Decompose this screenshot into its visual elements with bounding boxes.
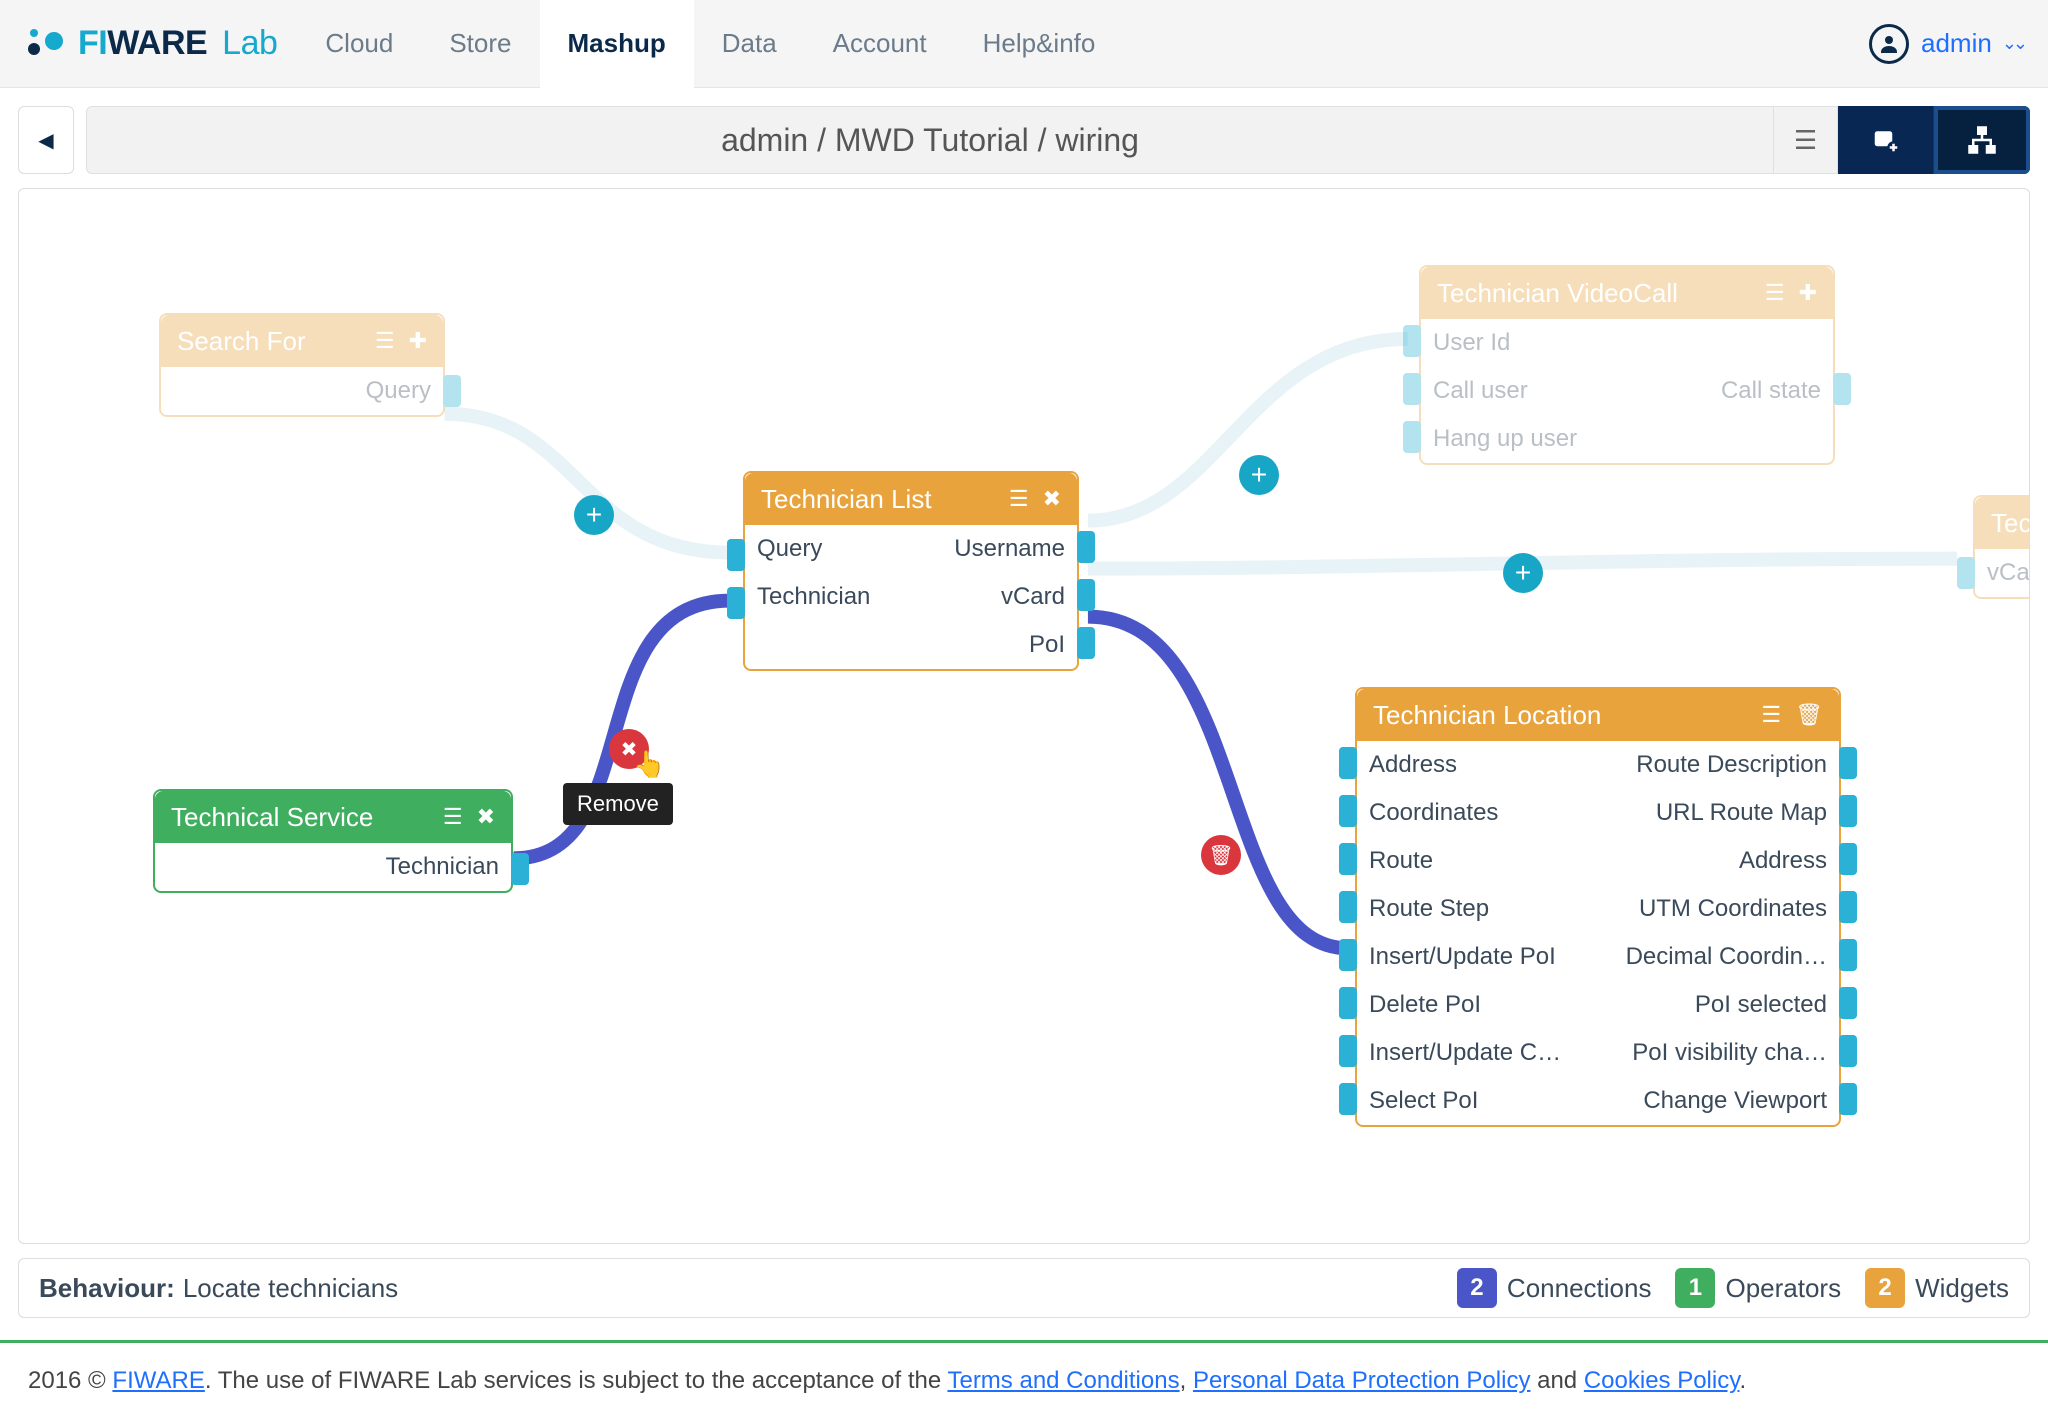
- user-avatar-icon: [1869, 24, 1909, 64]
- output-label: URL Route Map: [1598, 799, 1839, 827]
- status-bar: Behaviour: Locate technicians 2 Connecti…: [18, 1258, 2030, 1318]
- output-label: Decimal Coordin…: [1598, 943, 1839, 971]
- input-label: Call user: [1421, 377, 1627, 405]
- output-label: Address: [1598, 847, 1839, 875]
- close-icon[interactable]: ✖: [477, 804, 495, 830]
- input-label: Insert/Update C…: [1357, 1039, 1598, 1067]
- node-title: Technician VideoCall: [1437, 278, 1678, 309]
- input-label: Route: [1357, 847, 1598, 875]
- wiring-canvas[interactable]: Search For ☰ ✚ Query Technician List ☰ ✖…: [18, 188, 2030, 1244]
- hamburger-icon[interactable]: ☰: [1761, 702, 1781, 728]
- hamburger-icon[interactable]: ☰: [1765, 280, 1785, 306]
- footer-end: .: [1739, 1367, 1746, 1394]
- node-title: Technician Location: [1373, 700, 1601, 731]
- nav-data[interactable]: Data: [694, 0, 805, 88]
- wiring-view-button[interactable]: [1934, 106, 2030, 174]
- footer-link-cookies[interactable]: Cookies Policy: [1584, 1367, 1740, 1394]
- output-label: vCard: [911, 583, 1077, 611]
- input-label: Technician: [745, 583, 911, 611]
- user-menu[interactable]: admin ⌄⌄: [1869, 24, 2024, 64]
- node-title: Technical Service: [171, 802, 373, 833]
- input-label: vCard: [1975, 559, 2030, 587]
- connections-label: Connections: [1507, 1273, 1652, 1304]
- wire-delete-button[interactable]: 🗑: [1201, 835, 1241, 875]
- input-label: Select PoI: [1357, 1087, 1598, 1115]
- footer-link-fiware[interactable]: FIWARE: [112, 1367, 204, 1394]
- output-label: PoI: [911, 631, 1077, 659]
- footer-prefix: 2016 ©: [28, 1367, 112, 1394]
- output-label: Query: [302, 377, 443, 405]
- footer-sep1: ,: [1180, 1367, 1193, 1394]
- output-label: PoI visibility cha…: [1598, 1039, 1839, 1067]
- output-label: Change Viewport: [1598, 1087, 1839, 1115]
- wire-remove-button[interactable]: ✖: [609, 729, 649, 769]
- nav-links: Cloud Store Mashup Data Account Help&inf…: [297, 0, 1123, 88]
- widgets-label: Widgets: [1915, 1273, 2009, 1304]
- nav-store[interactable]: Store: [421, 0, 539, 88]
- output-label: PoI selected: [1598, 991, 1839, 1019]
- output-label: Technician: [333, 853, 511, 881]
- input-label: User Id: [1421, 329, 1627, 357]
- node-search-for[interactable]: Search For ☰ ✚ Query: [159, 313, 445, 417]
- logo-dots-icon: [24, 19, 68, 68]
- node-title: Search For: [177, 326, 306, 357]
- add-component-button[interactable]: [1838, 106, 1934, 174]
- plus-icon[interactable]: ✚: [409, 328, 427, 354]
- input-label: Insert/Update PoI: [1357, 943, 1598, 971]
- operators-label: Operators: [1725, 1273, 1841, 1304]
- hamburger-icon[interactable]: ☰: [375, 328, 395, 354]
- input-label: Delete PoI: [1357, 991, 1598, 1019]
- node-technician-videocall[interactable]: Technician VideoCall ☰ ✚ User Id Call us…: [1419, 265, 1835, 465]
- node-technician-location[interactable]: Technician Location ☰ 🗑 AddressRoute Des…: [1355, 687, 1841, 1127]
- back-button[interactable]: ◀: [18, 106, 74, 174]
- toolbar-menu-button[interactable]: ☰: [1774, 106, 1838, 174]
- wire-add-button[interactable]: +: [1503, 553, 1543, 593]
- close-icon[interactable]: ✖: [1043, 486, 1061, 512]
- widgets-count: 2: [1865, 1268, 1905, 1308]
- tooltip-remove: Remove: [563, 783, 673, 825]
- nav-mashup[interactable]: Mashup: [540, 0, 694, 88]
- toolbar-mode-group: [1838, 106, 2030, 174]
- page-toolbar: ◀ admin / MWD Tutorial / wiring ☰: [18, 106, 2030, 174]
- node-title: Tech: [1991, 508, 2030, 539]
- footer-link-terms[interactable]: Terms and Conditions: [947, 1367, 1179, 1394]
- connections-count: 2: [1457, 1268, 1497, 1308]
- node-technical-service[interactable]: Technical Service ☰ ✖ Technician: [153, 789, 513, 893]
- input-label: Hang up user: [1421, 425, 1627, 453]
- breadcrumb-title: admin / MWD Tutorial / wiring: [86, 106, 1774, 174]
- user-name: admin: [1921, 28, 1992, 59]
- input-label: Coordinates: [1357, 799, 1598, 827]
- plus-icon[interactable]: ✚: [1799, 280, 1817, 306]
- hamburger-icon[interactable]: ☰: [1009, 486, 1029, 512]
- nav-help[interactable]: Help&info: [955, 0, 1124, 88]
- page-footer: 2016 © FIWARE. The use of FIWARE Lab ser…: [0, 1340, 2048, 1419]
- footer-mid: . The use of FIWARE Lab services is subj…: [205, 1367, 948, 1394]
- wire-add-button[interactable]: +: [1239, 455, 1279, 495]
- hamburger-icon[interactable]: ☰: [443, 804, 463, 830]
- output-label: Route Description: [1598, 751, 1839, 779]
- top-navbar: FIWARE Lab Cloud Store Mashup Data Accou…: [0, 0, 2048, 88]
- input-label: Route Step: [1357, 895, 1598, 923]
- output-label: UTM Coordinates: [1598, 895, 1839, 923]
- footer-sep2: and: [1530, 1367, 1583, 1394]
- nav-account[interactable]: Account: [805, 0, 955, 88]
- node-tech-partial[interactable]: Tech vCard: [1973, 495, 2030, 599]
- node-technician-list[interactable]: Technician List ☰ ✖ QueryUsername Techni…: [743, 471, 1079, 671]
- chevron-down-icon: ⌄⌄: [2002, 33, 2024, 54]
- input-label: Query: [745, 535, 911, 563]
- fiware-logo: FIWARE Lab: [24, 19, 277, 68]
- operators-count: 1: [1675, 1268, 1715, 1308]
- input-label: Address: [1357, 751, 1598, 779]
- node-title: Technician List: [761, 484, 932, 515]
- output-label: Call state: [1627, 377, 1833, 405]
- behaviour-value: Locate technicians: [183, 1273, 398, 1304]
- footer-link-privacy[interactable]: Personal Data Protection Policy: [1193, 1367, 1531, 1394]
- nav-cloud[interactable]: Cloud: [297, 0, 421, 88]
- behaviour-label: Behaviour:: [39, 1273, 175, 1304]
- trash-icon[interactable]: 🗑: [1795, 702, 1823, 728]
- logo-text: FIWARE Lab: [78, 24, 277, 63]
- wire-add-button[interactable]: +: [574, 495, 614, 535]
- output-label: Username: [911, 535, 1077, 563]
